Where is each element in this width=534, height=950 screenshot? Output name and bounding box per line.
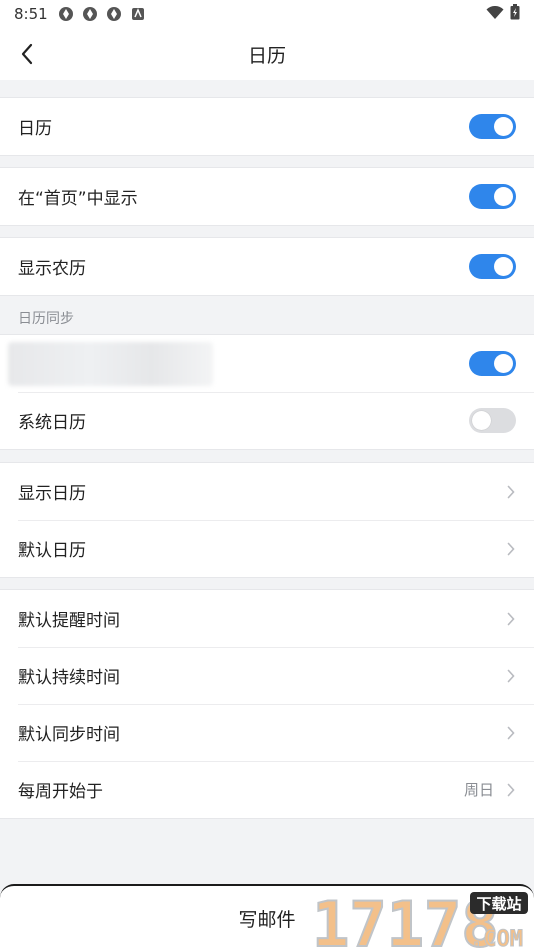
app-notification-icon [82, 6, 98, 22]
calendar-options-group: 显示日历 默认日历 [0, 462, 534, 578]
week-start-label: 每周开始于 [18, 782, 103, 802]
keyboard-notification-icon [130, 6, 146, 22]
watermark-logo: 17178 下载站 .COM [311, 888, 528, 950]
sync-account-toggle[interactable] [469, 351, 516, 376]
chevron-left-icon [21, 43, 33, 65]
compose-mail-label: 写邮件 [238, 908, 296, 931]
calendar-label: 日历 [18, 119, 52, 139]
default-times-group: 默认提醒时间 默认持续时间 默认同步时间 每周开始于 周日 [0, 589, 534, 819]
toggle-knob [494, 257, 513, 276]
show-on-home-toggle[interactable] [469, 184, 516, 209]
chevron-right-icon [506, 725, 516, 741]
status-bar: 8:51 [0, 0, 534, 28]
chevron-right-icon [506, 541, 516, 557]
app-notification-icon [58, 6, 74, 22]
system-calendar-row: 系统日历 [0, 392, 534, 449]
default-reminder-row[interactable]: 默认提醒时间 [0, 590, 534, 647]
show-on-home-label: 在“首页”中显示 [18, 189, 138, 209]
default-calendar-row[interactable]: 默认日历 [0, 520, 534, 577]
nav-bar: 日历 [0, 28, 534, 80]
blurred-account-name [8, 341, 213, 386]
lunar-toggle[interactable] [469, 254, 516, 279]
week-start-value: 周日 [463, 781, 494, 799]
default-duration-row[interactable]: 默认持续时间 [0, 647, 534, 704]
show-on-home-group: 在“首页”中显示 [0, 167, 534, 226]
calendar-row: 日历 [0, 98, 534, 155]
default-reminder-label: 默认提醒时间 [18, 611, 120, 631]
show-calendar-label: 显示日历 [18, 484, 86, 504]
watermark-suffix: .COM [470, 927, 523, 950]
lunar-label: 显示农历 [18, 259, 86, 279]
chevron-right-icon [506, 484, 516, 500]
chevron-right-icon [506, 611, 516, 627]
chevron-right-icon [506, 668, 516, 684]
lunar-group: 显示农历 [0, 237, 534, 296]
system-calendar-toggle[interactable] [469, 408, 516, 433]
toggle-knob [494, 187, 513, 206]
calendar-group: 日历 [0, 97, 534, 156]
lunar-row: 显示农历 [0, 238, 534, 295]
toggle-knob [494, 117, 513, 136]
calendar-toggle[interactable] [469, 114, 516, 139]
status-time: 8:51 [14, 5, 48, 23]
page-title: 日历 [247, 44, 286, 67]
default-calendar-label: 默认日历 [18, 541, 86, 561]
battery-icon [510, 4, 520, 24]
default-sync-label: 默认同步时间 [18, 725, 120, 745]
show-on-home-row: 在“首页”中显示 [0, 168, 534, 225]
wifi-icon [486, 5, 504, 24]
default-sync-row[interactable]: 默认同步时间 [0, 704, 534, 761]
back-button[interactable] [12, 38, 42, 70]
week-start-row[interactable]: 每周开始于 周日 [0, 761, 534, 818]
sync-group: 系统日历 [0, 334, 534, 450]
show-calendar-row[interactable]: 显示日历 [0, 463, 534, 520]
toggle-knob [494, 354, 513, 373]
chevron-right-icon [506, 782, 516, 798]
system-calendar-label: 系统日历 [18, 413, 86, 433]
sync-section-header: 日历同步 [18, 311, 74, 327]
watermark-badge: 下载站 [476, 895, 521, 913]
sync-account-row [0, 335, 534, 392]
toggle-knob [472, 411, 491, 430]
default-duration-label: 默认持续时间 [18, 668, 120, 688]
app-notification-icon [106, 6, 122, 22]
